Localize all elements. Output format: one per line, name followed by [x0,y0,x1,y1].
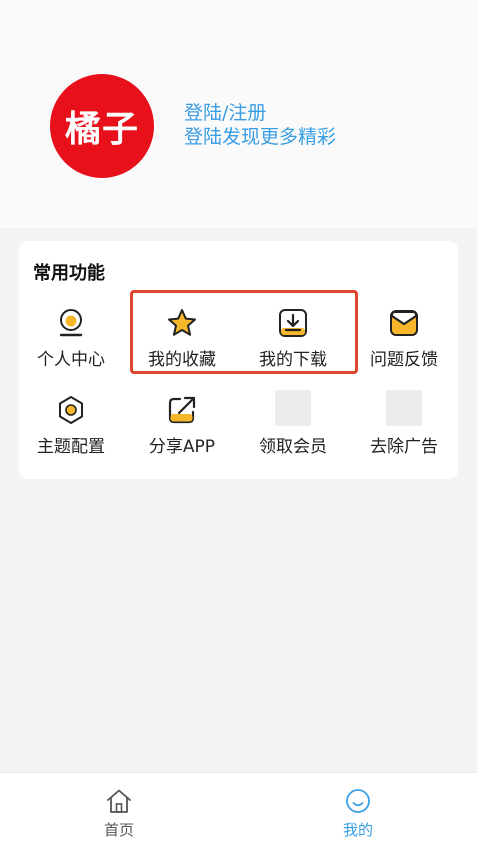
tab-mine[interactable]: 我的 [318,787,398,840]
login-block[interactable]: 登陆/注册 登陆发现更多精彩 [184,101,336,149]
personal-center-item[interactable]: 个人中心 [16,307,126,387]
remove-ads-item[interactable]: 去除广告 [349,390,459,474]
smile-icon [346,789,370,813]
tab-label: 首页 [103,821,134,839]
tab-home[interactable]: 首页 [79,787,159,840]
highlight-box [130,290,358,374]
grid-item-label: 问题反馈 [370,350,438,370]
share-app-item[interactable]: 分享APP [127,394,237,474]
theme-config-item[interactable]: 主题配置 [16,394,126,474]
placeholder-icon [275,390,311,426]
mail-icon [390,310,418,336]
tab-label: 我的 [342,821,373,839]
grid-item-label: 个人中心 [37,350,105,370]
hexagon-icon [59,396,83,424]
person-icon [59,309,83,337]
share-icon [168,396,196,424]
bottom-tab-bar: 首页 我的 [0,772,477,849]
login-title[interactable]: 登陆/注册 [184,101,336,125]
grid-item-label: 主题配置 [37,437,105,457]
placeholder-icon [386,390,422,426]
grid-item-label: 分享APP [148,437,216,457]
feedback-item[interactable]: 问题反馈 [349,307,459,387]
claim-membership-item[interactable]: 领取会员 [238,390,348,474]
grid-item-label: 领取会员 [259,437,327,457]
grid-item-label: 去除广告 [370,437,438,457]
app-logo[interactable]: 橘子 [50,74,154,178]
home-icon [107,789,131,813]
login-subtitle: 登陆发现更多精彩 [184,126,337,148]
card-title: 常用功能 [33,263,105,284]
profile-header: 橘子 登陆/注册 登陆发现更多精彩 [0,0,477,228]
logo-text: 橘子 [64,109,139,150]
